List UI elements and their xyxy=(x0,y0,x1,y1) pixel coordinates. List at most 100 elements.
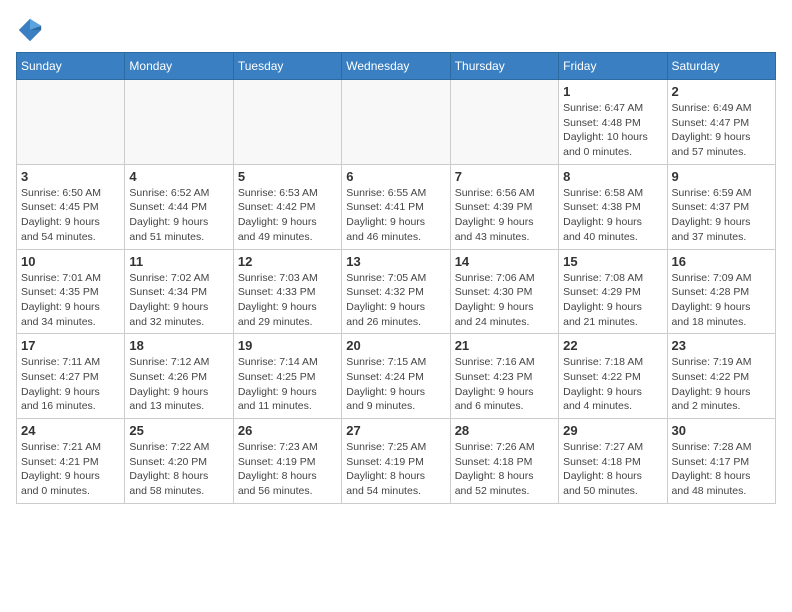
day-info: Sunrise: 7:03 AMSunset: 4:33 PMDaylight:… xyxy=(238,271,337,330)
calendar-cell: 11 Sunrise: 7:02 AMSunset: 4:34 PMDayligh… xyxy=(125,249,233,334)
calendar-cell: 4 Sunrise: 6:52 AMSunset: 4:44 PMDaylight… xyxy=(125,164,233,249)
calendar-cell: 6 Sunrise: 6:55 AMSunset: 4:41 PMDaylight… xyxy=(342,164,450,249)
day-info: Sunrise: 6:58 AMSunset: 4:38 PMDaylight:… xyxy=(563,186,662,245)
day-info: Sunrise: 7:19 AMSunset: 4:22 PMDaylight:… xyxy=(672,355,771,414)
day-number: 5 xyxy=(238,169,337,184)
weekday-header-monday: Monday xyxy=(125,53,233,80)
day-info: Sunrise: 7:02 AMSunset: 4:34 PMDaylight:… xyxy=(129,271,228,330)
calendar-header: SundayMondayTuesdayWednesdayThursdayFrid… xyxy=(17,53,776,80)
day-number: 30 xyxy=(672,423,771,438)
logo-icon xyxy=(16,16,44,44)
calendar-cell: 10 Sunrise: 7:01 AMSunset: 4:35 PMDayligh… xyxy=(17,249,125,334)
calendar-cell: 28 Sunrise: 7:26 AMSunset: 4:18 PMDayligh… xyxy=(450,419,558,504)
calendar-cell xyxy=(450,80,558,165)
day-info: Sunrise: 7:05 AMSunset: 4:32 PMDaylight:… xyxy=(346,271,445,330)
day-info: Sunrise: 6:49 AMSunset: 4:47 PMDaylight:… xyxy=(672,101,771,160)
calendar-cell xyxy=(17,80,125,165)
day-number: 1 xyxy=(563,84,662,99)
calendar-cell: 29Sunrise: 7:27 AMSunset: 4:18 PMDayligh… xyxy=(559,419,667,504)
day-info: Sunrise: 6:55 AMSunset: 4:41 PMDaylight:… xyxy=(346,186,445,245)
day-number: 24 xyxy=(21,423,120,438)
calendar-cell: 20Sunrise: 7:15 AMSunset: 4:24 PMDayligh… xyxy=(342,334,450,419)
calendar-week-4: 24Sunrise: 7:21 AMSunset: 4:21 PMDayligh… xyxy=(17,419,776,504)
day-number: 25 xyxy=(129,423,228,438)
day-number: 17 xyxy=(21,338,120,353)
day-info: Sunrise: 7:28 AMSunset: 4:17 PMDaylight:… xyxy=(672,440,771,499)
day-number: 23 xyxy=(672,338,771,353)
day-number: 13 xyxy=(346,254,445,269)
calendar-cell: 30 Sunrise: 7:28 AMSunset: 4:17 PMDayligh… xyxy=(667,419,775,504)
day-number: 10 xyxy=(21,254,120,269)
weekday-header-saturday: Saturday xyxy=(667,53,775,80)
calendar-cell: 9 Sunrise: 6:59 AMSunset: 4:37 PMDaylight… xyxy=(667,164,775,249)
day-number: 22 xyxy=(563,338,662,353)
logo xyxy=(16,16,48,44)
calendar-cell: 5Sunrise: 6:53 AMSunset: 4:42 PMDaylight… xyxy=(233,164,341,249)
calendar-cell xyxy=(233,80,341,165)
day-info: Sunrise: 7:11 AMSunset: 4:27 PMDaylight:… xyxy=(21,355,120,414)
calendar-table: SundayMondayTuesdayWednesdayThursdayFrid… xyxy=(16,52,776,504)
calendar-cell: 16Sunrise: 7:09 AMSunset: 4:28 PMDayligh… xyxy=(667,249,775,334)
day-info: Sunrise: 7:15 AMSunset: 4:24 PMDaylight:… xyxy=(346,355,445,414)
calendar-cell: 27 Sunrise: 7:25 AMSunset: 4:19 PMDayligh… xyxy=(342,419,450,504)
day-info: Sunrise: 7:12 AMSunset: 4:26 PMDaylight:… xyxy=(129,355,228,414)
day-info: Sunrise: 7:25 AMSunset: 4:19 PMDaylight:… xyxy=(346,440,445,499)
calendar-cell: 2 Sunrise: 6:49 AMSunset: 4:47 PMDaylight… xyxy=(667,80,775,165)
day-info: Sunrise: 7:06 AMSunset: 4:30 PMDaylight:… xyxy=(455,271,554,330)
calendar-week-0: 1 Sunrise: 6:47 AMSunset: 4:48 PMDaylight… xyxy=(17,80,776,165)
day-number: 4 xyxy=(129,169,228,184)
calendar-cell: 8 Sunrise: 6:58 AMSunset: 4:38 PMDaylight… xyxy=(559,164,667,249)
calendar-cell xyxy=(342,80,450,165)
day-number: 29 xyxy=(563,423,662,438)
day-number: 19 xyxy=(238,338,337,353)
day-info: Sunrise: 7:26 AMSunset: 4:18 PMDaylight:… xyxy=(455,440,554,499)
page-header xyxy=(16,16,776,44)
day-number: 9 xyxy=(672,169,771,184)
calendar-week-3: 17 Sunrise: 7:11 AMSunset: 4:27 PMDayligh… xyxy=(17,334,776,419)
calendar-week-2: 10 Sunrise: 7:01 AMSunset: 4:35 PMDayligh… xyxy=(17,249,776,334)
day-number: 21 xyxy=(455,338,554,353)
weekday-header-friday: Friday xyxy=(559,53,667,80)
day-info: Sunrise: 7:22 AMSunset: 4:20 PMDaylight:… xyxy=(129,440,228,499)
calendar-cell: 21 Sunrise: 7:16 AMSunset: 4:23 PMDayligh… xyxy=(450,334,558,419)
day-info: Sunrise: 6:59 AMSunset: 4:37 PMDaylight:… xyxy=(672,186,771,245)
day-number: 12 xyxy=(238,254,337,269)
day-number: 2 xyxy=(672,84,771,99)
day-info: Sunrise: 7:23 AMSunset: 4:19 PMDaylight:… xyxy=(238,440,337,499)
calendar-cell: 18 Sunrise: 7:12 AMSunset: 4:26 PMDayligh… xyxy=(125,334,233,419)
day-number: 14 xyxy=(455,254,554,269)
day-number: 6 xyxy=(346,169,445,184)
day-info: Sunrise: 6:56 AMSunset: 4:39 PMDaylight:… xyxy=(455,186,554,245)
weekday-header-thursday: Thursday xyxy=(450,53,558,80)
day-number: 8 xyxy=(563,169,662,184)
weekday-header-tuesday: Tuesday xyxy=(233,53,341,80)
day-number: 18 xyxy=(129,338,228,353)
day-number: 3 xyxy=(21,169,120,184)
day-info: Sunrise: 6:50 AMSunset: 4:45 PMDaylight:… xyxy=(21,186,120,245)
calendar-cell: 12 Sunrise: 7:03 AMSunset: 4:33 PMDayligh… xyxy=(233,249,341,334)
day-info: Sunrise: 7:08 AMSunset: 4:29 PMDaylight:… xyxy=(563,271,662,330)
day-info: Sunrise: 7:01 AMSunset: 4:35 PMDaylight:… xyxy=(21,271,120,330)
calendar-cell: 3 Sunrise: 6:50 AMSunset: 4:45 PMDaylight… xyxy=(17,164,125,249)
day-number: 16 xyxy=(672,254,771,269)
calendar-cell: 1 Sunrise: 6:47 AMSunset: 4:48 PMDaylight… xyxy=(559,80,667,165)
calendar-cell: 25 Sunrise: 7:22 AMSunset: 4:20 PMDayligh… xyxy=(125,419,233,504)
day-info: Sunrise: 6:52 AMSunset: 4:44 PMDaylight:… xyxy=(129,186,228,245)
day-number: 7 xyxy=(455,169,554,184)
weekday-header-row: SundayMondayTuesdayWednesdayThursdayFrid… xyxy=(17,53,776,80)
calendar-cell: 23 Sunrise: 7:19 AMSunset: 4:22 PMDayligh… xyxy=(667,334,775,419)
day-number: 11 xyxy=(129,254,228,269)
day-info: Sunrise: 6:47 AMSunset: 4:48 PMDaylight:… xyxy=(563,101,662,160)
weekday-header-wednesday: Wednesday xyxy=(342,53,450,80)
calendar-cell: 15 Sunrise: 7:08 AMSunset: 4:29 PMDayligh… xyxy=(559,249,667,334)
calendar-cell: 13 Sunrise: 7:05 AMSunset: 4:32 PMDayligh… xyxy=(342,249,450,334)
calendar-cell: 14 Sunrise: 7:06 AMSunset: 4:30 PMDayligh… xyxy=(450,249,558,334)
day-number: 15 xyxy=(563,254,662,269)
day-number: 27 xyxy=(346,423,445,438)
day-number: 28 xyxy=(455,423,554,438)
calendar-cell xyxy=(125,80,233,165)
day-info: Sunrise: 7:16 AMSunset: 4:23 PMDaylight:… xyxy=(455,355,554,414)
calendar-cell: 22Sunrise: 7:18 AMSunset: 4:22 PMDayligh… xyxy=(559,334,667,419)
weekday-header-sunday: Sunday xyxy=(17,53,125,80)
calendar-cell: 7 Sunrise: 6:56 AMSunset: 4:39 PMDaylight… xyxy=(450,164,558,249)
